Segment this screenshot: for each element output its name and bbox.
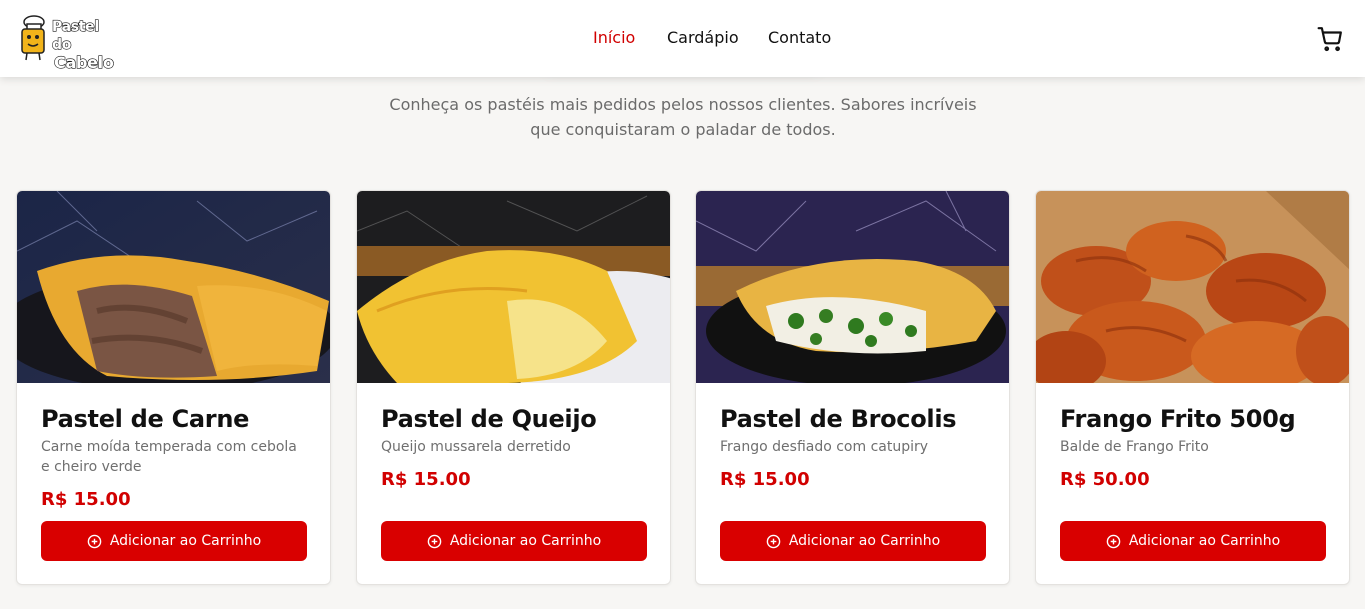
product-card: Pastel de Brocolis Frango desfiado com c… [695,190,1010,585]
product-price: R$ 15.00 [720,469,810,490]
plus-circle-icon [1106,534,1121,548]
add-to-cart-label: Adicionar ao Carrinho [1128,533,1281,549]
product-price: R$ 50.00 [1060,469,1150,490]
product-card: Pastel de Queijo Queijo mussarela derret… [356,190,671,585]
section-subtitle: Conheça os pastéis mais pedidos pelos no… [389,95,977,139]
add-to-cart-label: Adicionar ao Carrinho [788,533,941,549]
product-card: Pastel de Carne Carne moída temperada co… [16,190,331,585]
add-to-cart-button[interactable]: Adicionar ao Carrinho [1060,521,1326,561]
cart-button[interactable] [1317,26,1343,52]
logo-text: Pastel do Cabelo [51,18,114,72]
logo[interactable]: Pastel do Cabelo [18,14,114,72]
plus-circle-icon [427,534,442,548]
nav-inicio[interactable]: Início [593,28,635,47]
product-description: Carne moída temperada com cebola e cheir… [41,439,297,475]
add-to-cart-button[interactable]: Adicionar ao Carrinho [381,521,647,561]
nav-contato[interactable]: Contato [768,28,831,47]
product-description: Queijo mussarela derretido [381,439,571,455]
add-to-cart-button[interactable]: Adicionar ao Carrinho [720,521,986,561]
product-card: Frango Frito 500g Balde de Frango Frito … [1035,190,1350,585]
plus-circle-icon [87,534,102,548]
logo-line1: Pastel do [51,18,99,53]
product-price: R$ 15.00 [41,489,131,510]
product-name: Frango Frito 500g [1060,405,1296,433]
nav-cardapio[interactable]: Cardápio [667,28,739,47]
product-image-pastel-queijo [357,191,670,383]
add-to-cart-label: Adicionar ao Carrinho [109,533,262,549]
product-image-frango-frito [1036,191,1349,383]
add-to-cart-button[interactable]: Adicionar ao Carrinho [41,521,307,561]
shopping-cart-icon [1317,27,1342,52]
product-name: Pastel de Queijo [381,405,597,433]
site-header: Pastel do Cabelo Início Cardápio Contato [0,0,1365,77]
product-description: Frango desfiado com catupiry [720,439,929,455]
add-to-cart-label: Adicionar ao Carrinho [449,533,602,549]
product-price: R$ 15.00 [381,469,471,490]
product-name: Pastel de Carne [41,405,250,433]
product-description: Balde de Frango Frito [1060,439,1209,455]
logo-line2: Cabelo [53,53,114,72]
product-image-pastel-carne [17,191,330,383]
product-image-pastel-brocolis [696,191,1009,383]
product-name: Pastel de Brocolis [720,405,957,433]
plus-circle-icon [766,534,781,548]
